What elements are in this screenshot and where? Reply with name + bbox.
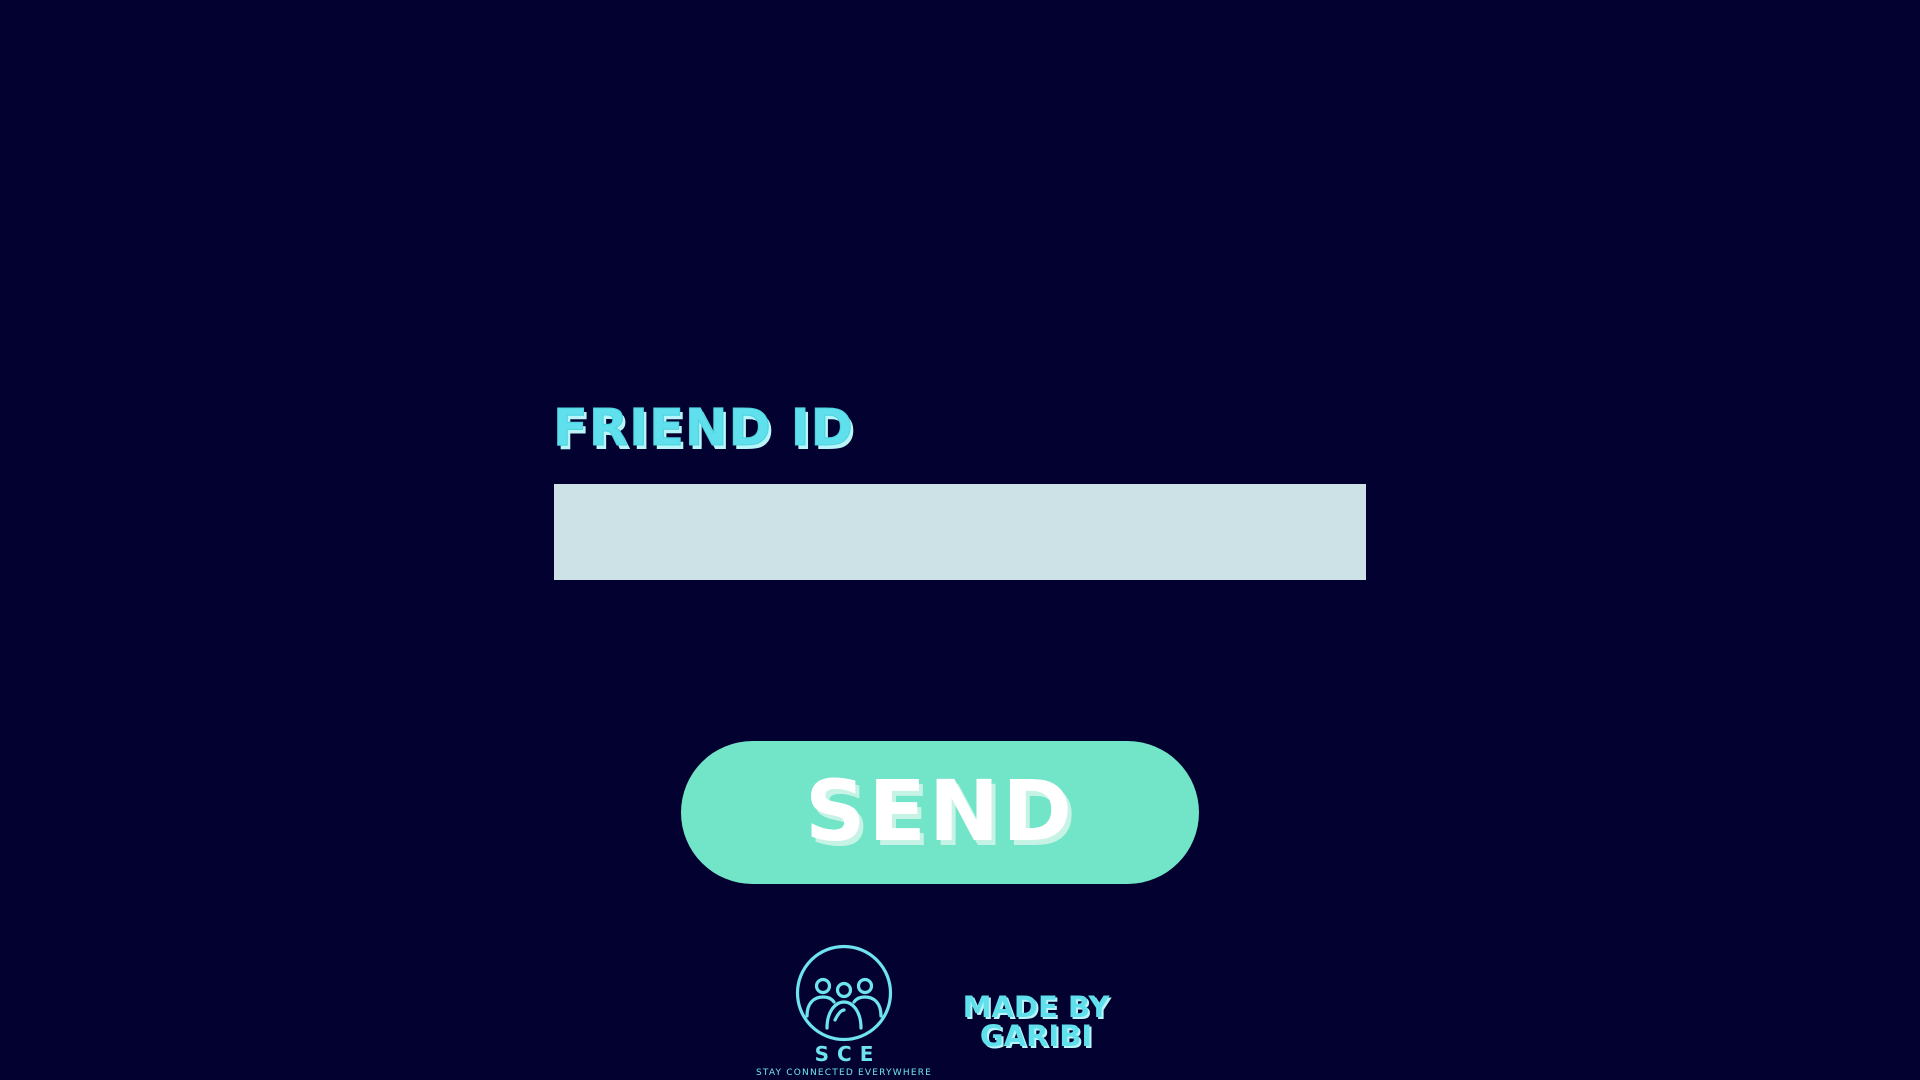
logo-tagline: STAY CONNECTED EVERYWHERE [755, 1068, 933, 1078]
credit-line-2: GARIBI [979, 1019, 1093, 1053]
credit-line-1: MADE BY [962, 990, 1110, 1024]
friend-id-input[interactable] [554, 484, 1366, 580]
friend-id-label: FRIEND ID [552, 399, 855, 458]
send-button[interactable]: SEND [681, 741, 1199, 884]
people-group-circle-icon [795, 944, 893, 1042]
send-button-label: SEND [805, 761, 1075, 860]
sce-logo: SCE STAY CONNECTED EVERYWHERE [752, 944, 936, 1080]
logo-name: SCE [814, 1042, 882, 1066]
made-by-credit: MADE BY GARIBI [948, 993, 1124, 1051]
